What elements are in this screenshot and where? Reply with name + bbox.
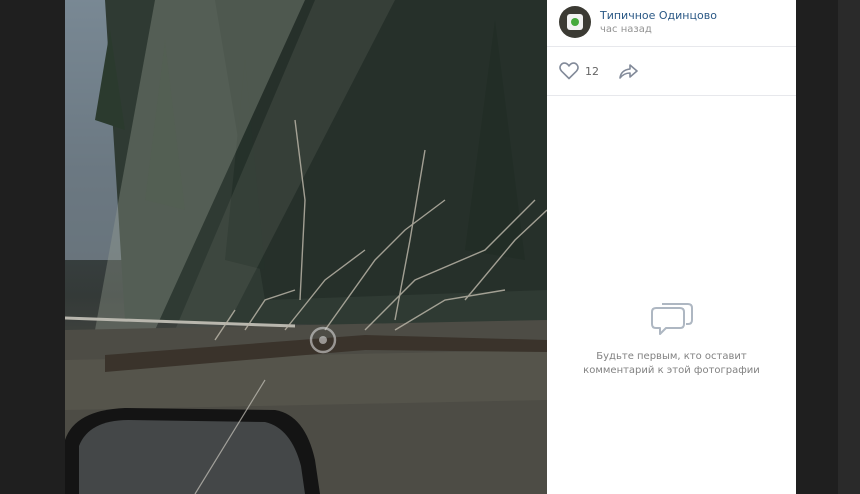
photo-scene bbox=[65, 0, 547, 494]
viewer-scroll-strip bbox=[838, 0, 860, 494]
post-time[interactable]: час назад bbox=[600, 24, 652, 35]
speech-bubbles-icon bbox=[650, 300, 694, 340]
like-button[interactable]: 12 bbox=[559, 59, 599, 83]
viewer-backdrop-left bbox=[0, 0, 65, 494]
avatar-logo-dot bbox=[571, 18, 579, 26]
author-name-link[interactable]: Типичное Одинцово bbox=[600, 9, 717, 22]
post-actions: 12 bbox=[547, 47, 796, 96]
post-side-panel: Типичное Одинцово час назад 12 Будьте пе… bbox=[547, 0, 796, 494]
like-count: 12 bbox=[585, 64, 599, 78]
author-avatar[interactable] bbox=[559, 6, 591, 38]
post-header: Типичное Одинцово час назад bbox=[547, 0, 796, 47]
comments-empty-state: Будьте первым, кто оставит комментарий к… bbox=[547, 300, 796, 378]
share-button[interactable] bbox=[617, 60, 639, 82]
share-arrow-icon bbox=[619, 64, 638, 79]
heart-icon bbox=[559, 62, 579, 80]
comments-empty-text: Будьте первым, кто оставит комментарий к… bbox=[583, 351, 760, 376]
post-photo[interactable] bbox=[65, 0, 547, 494]
